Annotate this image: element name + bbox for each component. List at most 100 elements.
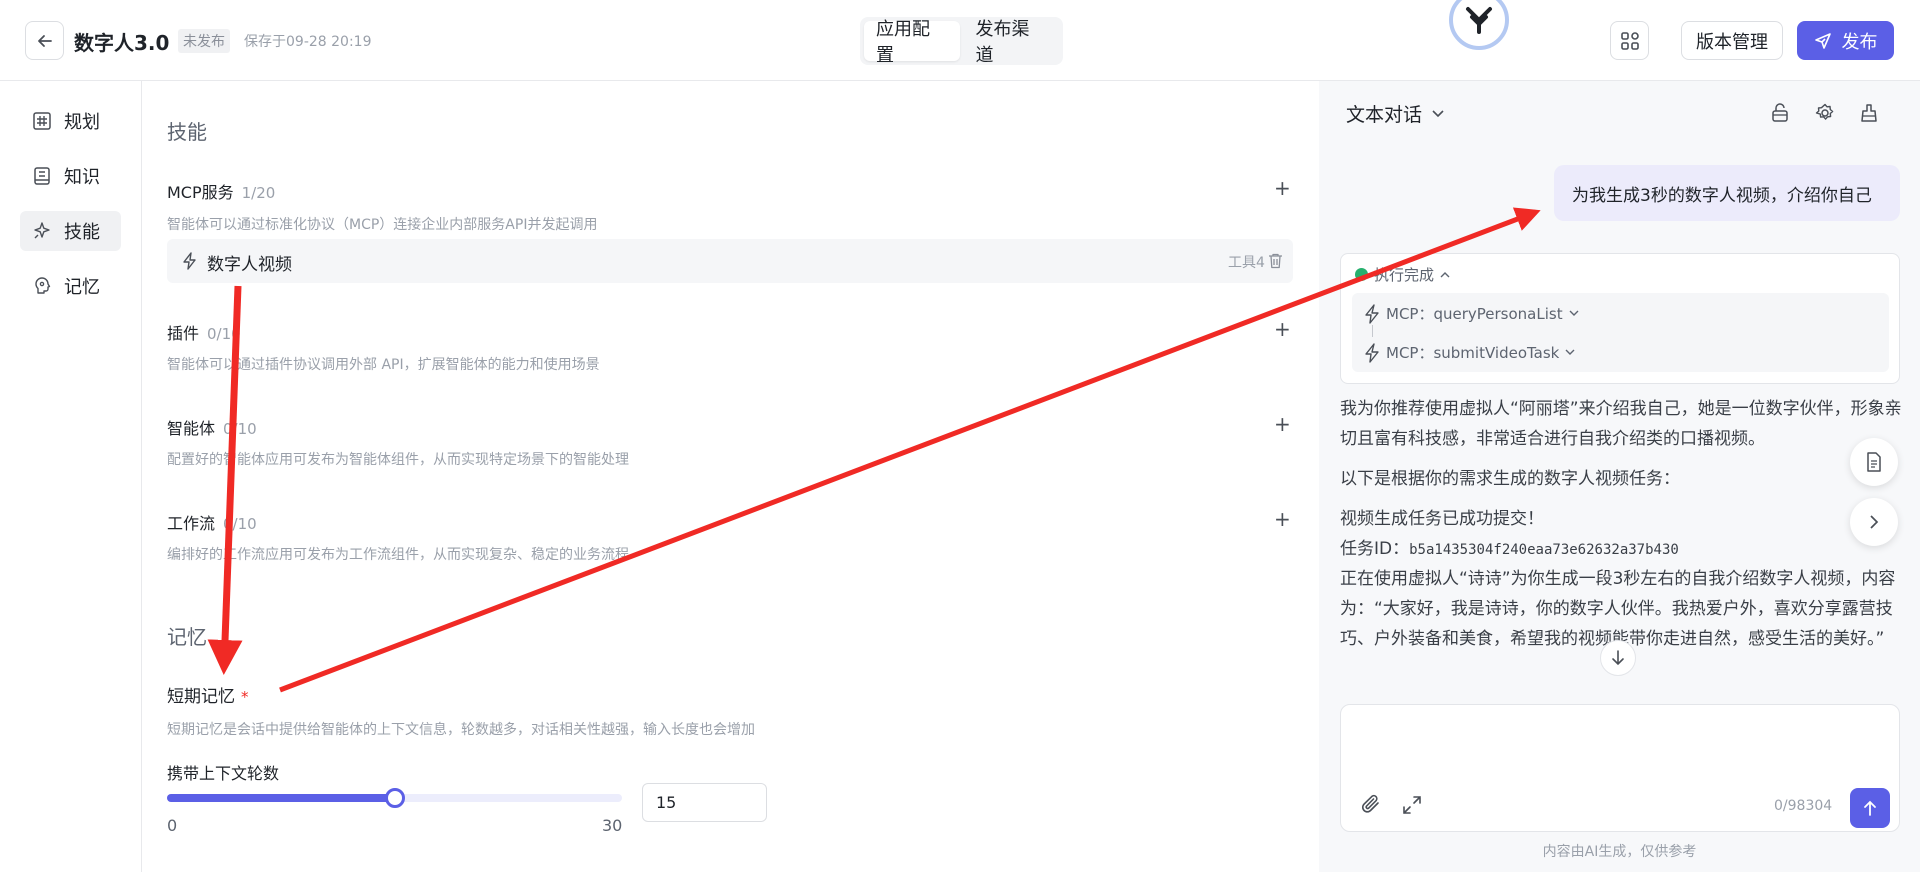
apps-grid-button[interactable] bbox=[1610, 21, 1649, 60]
task-id-row: 任务ID：b5a1435304f240eaa73e62632a37b430 bbox=[1340, 534, 1900, 565]
brain-icon bbox=[35, 277, 51, 294]
slider-fill bbox=[167, 794, 395, 802]
sidebar-item-memory[interactable]: 记忆 bbox=[20, 266, 121, 306]
chat-input-box: 0/98304 bbox=[1340, 704, 1900, 832]
execution-status[interactable]: 执行完成 bbox=[1355, 264, 1450, 285]
sidebar-item-label: 规划 bbox=[64, 112, 100, 133]
trash-icon[interactable] bbox=[1268, 253, 1283, 269]
expand-float-button[interactable] bbox=[1850, 498, 1898, 546]
ai-disclaimer: 内容由AI生成，仅供参考 bbox=[1542, 844, 1697, 860]
mcp-count: 1/20 bbox=[241, 184, 276, 202]
add-workflow-button[interactable]: + bbox=[1274, 507, 1291, 531]
publish-label: 发布 bbox=[1841, 31, 1878, 53]
sidebar-item-label: 技能 bbox=[64, 222, 100, 243]
char-count: 0/98304 bbox=[1774, 798, 1833, 814]
agent-desc: 配置好的智能体应用可发布为智能体组件，从而实现特定场景下的智能处理 bbox=[167, 452, 629, 468]
chevron-right-icon bbox=[1870, 515, 1879, 529]
workflow-count: 0/10 bbox=[223, 515, 257, 533]
add-plugin-button[interactable]: + bbox=[1274, 317, 1291, 341]
settings-icon[interactable] bbox=[1813, 101, 1837, 125]
left-sidebar: 规划 知识 技能 记忆 bbox=[0, 81, 142, 872]
save-time: 保存于09-28 20:19 bbox=[244, 34, 372, 50]
send-button[interactable] bbox=[1850, 788, 1890, 828]
sparkle-icon bbox=[34, 222, 50, 239]
mcp-title-text: MCP服务 bbox=[167, 183, 234, 202]
chat-mode-dropdown[interactable]: 文本对话 bbox=[1346, 100, 1444, 127]
arrow-down-icon bbox=[1612, 650, 1624, 666]
tool-call-item[interactable]: MCP：queryPersonaList bbox=[1364, 303, 1579, 324]
chat-input[interactable] bbox=[1357, 717, 1885, 757]
mcp-item-name: 数字人视频 bbox=[207, 255, 292, 275]
chevron-down-icon bbox=[1432, 109, 1444, 117]
short-memory-title-text: 短期记忆 bbox=[167, 687, 235, 707]
tool-call-label: MCP：submitVideoTask bbox=[1386, 344, 1560, 362]
mcp-title: MCP服务 1/20 bbox=[167, 179, 275, 203]
context-rounds-input[interactable]: 15 bbox=[642, 783, 767, 822]
plugin-title-text: 插件 bbox=[167, 324, 200, 343]
lightning-icon bbox=[1365, 303, 1379, 324]
plugin-count: 0/10 bbox=[207, 325, 241, 343]
lightning-icon bbox=[1365, 342, 1379, 363]
task-id-value: b5a1435304f240eaa73e62632a37b430 bbox=[1409, 542, 1679, 558]
sidebar-item-planning[interactable]: 规划 bbox=[20, 101, 121, 141]
execution-status-label: 执行完成 bbox=[1374, 266, 1435, 284]
mcp-item[interactable]: 数字人视频 工具4 bbox=[167, 239, 1293, 283]
assistant-answer-p3: 视频生成任务已成功提交！ bbox=[1340, 509, 1544, 529]
top-header: 数字人3.0 未发布 保存于09-28 20:19 应用配置 发布渠道 版本管理… bbox=[0, 0, 1920, 81]
context-rounds-label: 携带上下文轮数 bbox=[167, 764, 280, 783]
lock-icon[interactable] bbox=[1768, 101, 1792, 125]
brand-logo bbox=[1449, 0, 1509, 50]
tab-app-config[interactable]: 应用配置 bbox=[864, 19, 960, 66]
sidebar-item-knowledge[interactable]: 知识 bbox=[20, 156, 121, 196]
hash-icon bbox=[33, 112, 51, 130]
memory-section-title: 记忆 bbox=[167, 625, 207, 649]
assistant-answer-p2: 以下是根据你的需求生成的数字人视频任务： bbox=[1340, 469, 1680, 489]
scroll-to-bottom-button[interactable] bbox=[1600, 640, 1636, 676]
context-rounds-slider[interactable] bbox=[167, 788, 622, 808]
sidebar-item-label: 记忆 bbox=[64, 277, 100, 298]
plugin-desc: 智能体可以通过插件协议调用外部 API，扩展智能体的能力和使用场景 bbox=[167, 357, 600, 373]
agent-title: 智能体 0/10 bbox=[167, 415, 257, 439]
fullscreen-icon[interactable] bbox=[1402, 795, 1422, 815]
add-mcp-button[interactable]: + bbox=[1274, 176, 1291, 200]
user-message: 为我生成3秒的数字人视频，介绍你自己 bbox=[1554, 165, 1900, 221]
workflow-title: 工作流 0/10 bbox=[167, 510, 257, 534]
document-float-button[interactable] bbox=[1850, 438, 1898, 486]
mcp-desc: 智能体可以通过标准化协议（MCP）连接企业内部服务API并发起调用 bbox=[167, 217, 598, 233]
grid-icon bbox=[1620, 31, 1639, 50]
app-title: 数字人3.0 bbox=[74, 31, 170, 55]
send-icon bbox=[1814, 32, 1831, 49]
mcp-item-tools: 工具4 bbox=[1228, 255, 1265, 271]
workflow-desc: 编排好的工作流应用可发布为工作流组件，从而实现复杂、稳定的业务流程 bbox=[167, 547, 629, 563]
attachment-icon[interactable] bbox=[1360, 793, 1382, 815]
workflow-title-text: 工作流 bbox=[167, 514, 216, 533]
version-management-button[interactable]: 版本管理 bbox=[1681, 21, 1783, 60]
arrow-left-icon bbox=[37, 34, 52, 47]
agent-title-text: 智能体 bbox=[167, 419, 216, 438]
skills-section-title: 技能 bbox=[167, 120, 207, 144]
clear-icon[interactable] bbox=[1857, 101, 1881, 125]
slider-max-label: 30 bbox=[602, 816, 623, 835]
plugin-title: 插件 0/10 bbox=[167, 320, 241, 344]
arrow-up-icon bbox=[1864, 800, 1876, 816]
publish-button[interactable]: 发布 bbox=[1797, 21, 1894, 60]
tab-publish-channels[interactable]: 发布渠道 bbox=[964, 19, 1060, 66]
assistant-answer-p1: 我为你推荐使用虚拟人“阿丽塔”来介绍我自己，她是一位数字伙伴，形象亲切且富有科技… bbox=[1340, 399, 1902, 449]
chat-mode-label: 文本对话 bbox=[1346, 104, 1423, 126]
tool-call-label: MCP：queryPersonaList bbox=[1386, 305, 1563, 323]
tool-call-item[interactable]: MCP：submitVideoTask bbox=[1364, 342, 1575, 363]
required-mark: * bbox=[241, 688, 249, 706]
chevron-down-icon bbox=[1565, 349, 1575, 355]
document-icon bbox=[1867, 452, 1881, 472]
lightning-icon bbox=[183, 252, 196, 270]
sidebar-item-skills[interactable]: 技能 bbox=[20, 211, 121, 251]
status-badge: 未发布 bbox=[178, 29, 230, 53]
add-agent-button[interactable]: + bbox=[1274, 412, 1291, 436]
tool-call-list: MCP：queryPersonaList MCP：submitVideoTask bbox=[1352, 293, 1889, 372]
back-button[interactable] bbox=[25, 21, 64, 60]
logo-icon bbox=[1466, 7, 1492, 34]
sidebar-item-label: 知识 bbox=[64, 167, 100, 188]
book-icon bbox=[34, 167, 50, 185]
short-memory-desc: 短期记忆是会话中提供给智能体的上下文信息，轮数越多，对话相关性越强，输入长度也会… bbox=[167, 722, 755, 738]
slider-handle[interactable] bbox=[384, 788, 405, 808]
